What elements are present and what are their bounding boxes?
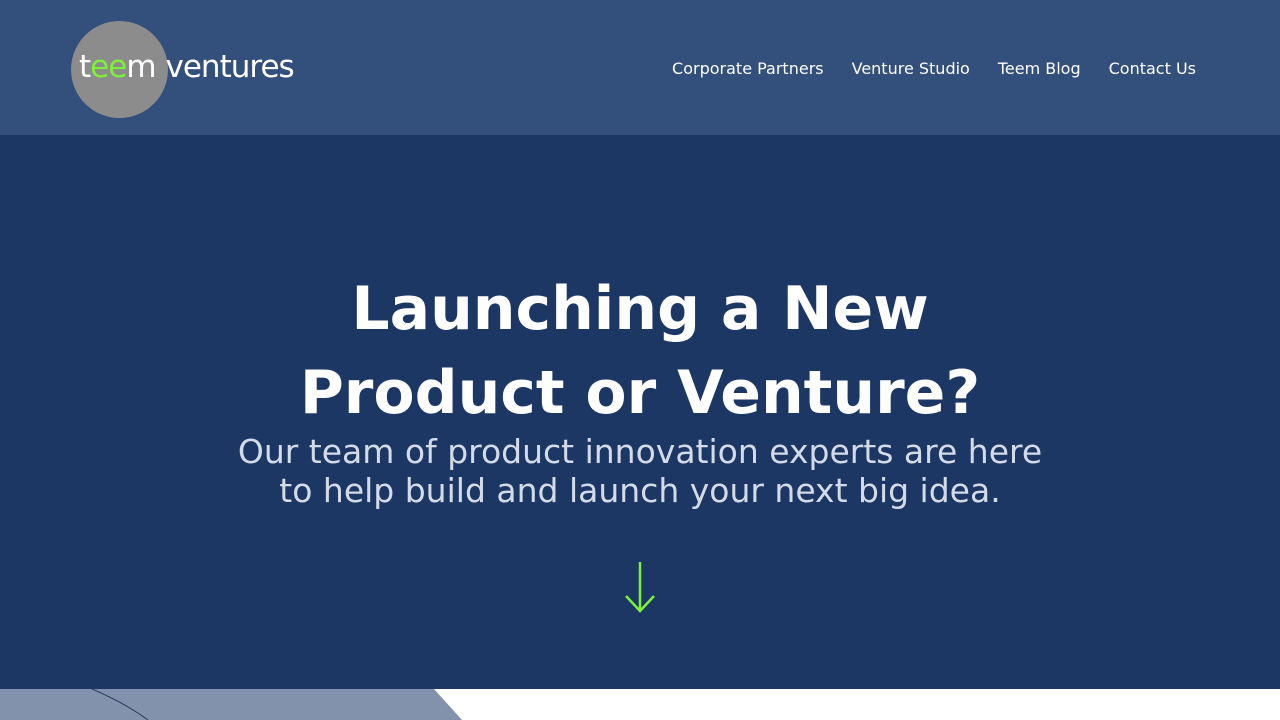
nav-link-contact-us[interactable]: Contact Us <box>1109 57 1196 81</box>
teem-ventures-logo[interactable]: teem ventures <box>71 21 331 119</box>
hero-section: Launching a New Product or Venture? Our … <box>0 135 1280 689</box>
hero-title: Launching a New Product or Venture? <box>0 267 1280 435</box>
logo-wordmark: teem ventures <box>79 49 295 85</box>
logo-text-m: m <box>126 49 156 85</box>
logo-text-t: t <box>79 49 91 85</box>
hero-subtitle-line1: Our team of product innovation experts a… <box>237 432 1043 471</box>
decorative-wave <box>0 689 462 720</box>
nav-link-corporate-partners[interactable]: Corporate Partners <box>672 57 824 81</box>
hero-subtitle-line2: to help build and launch your next big i… <box>279 471 1001 510</box>
logo-text-ee: ee <box>90 49 127 85</box>
arrow-down-icon[interactable] <box>622 560 658 616</box>
site-header: teem ventures Corporate Partners Venture … <box>0 0 1280 135</box>
nav-link-venture-studio[interactable]: Venture Studio <box>852 57 970 81</box>
hero-subtitle: Our team of product innovation experts a… <box>0 432 1280 510</box>
hero-title-line1: Launching a New <box>351 274 929 344</box>
next-section-preview <box>0 689 1280 720</box>
nav-link-teem-blog[interactable]: Teem Blog <box>998 57 1081 81</box>
logo-text-ventures: ventures <box>165 49 295 85</box>
hero-title-line2: Product or Venture? <box>299 358 981 428</box>
main-nav: Corporate Partners Venture Studio Teem B… <box>672 57 1196 81</box>
